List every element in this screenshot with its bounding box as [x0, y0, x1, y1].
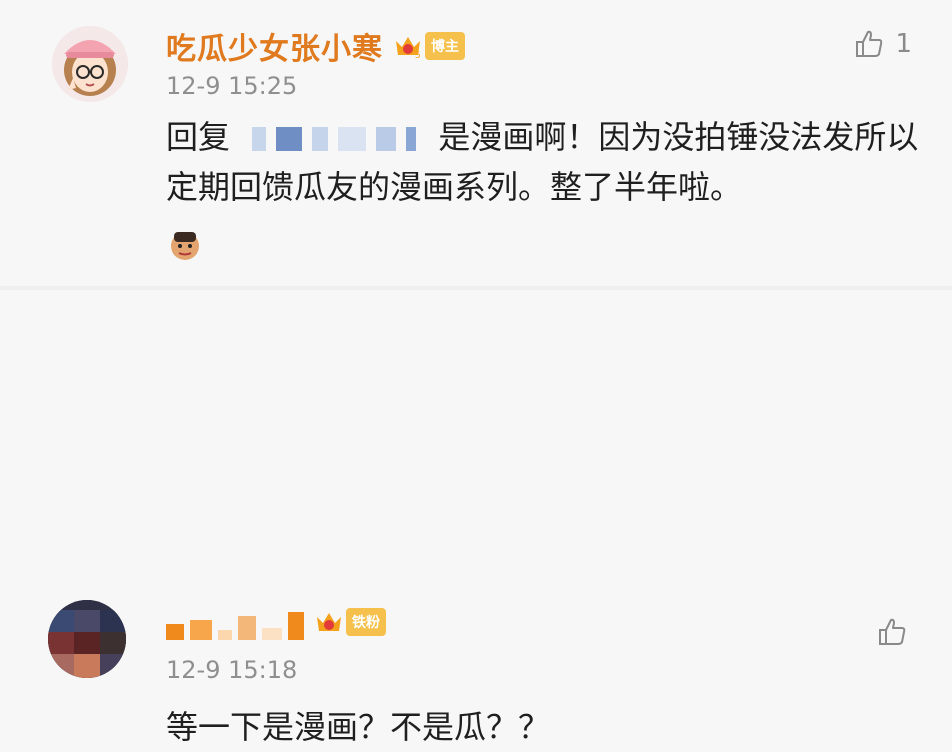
fan-badge: 铁粉 [314, 607, 386, 637]
timestamp: 12-9 15:25 [166, 72, 298, 100]
like-count: 1 [895, 29, 912, 59]
svg-text:5: 5 [415, 51, 421, 61]
pixelated-avatar [48, 600, 126, 678]
crown-icon [317, 613, 341, 631]
username-blurred[interactable] [166, 604, 304, 640]
comment-text: 等一下是漫画？不是瓜？？ [166, 708, 551, 746]
doge-emoji-icon [171, 232, 199, 260]
badge-label: 博主 [425, 32, 465, 60]
crown-icon: 5 [396, 37, 421, 61]
username-row: 铁粉 [166, 604, 386, 640]
timestamp: 12-9 15:18 [166, 656, 298, 684]
vip-badge: 5 博主 [393, 31, 465, 61]
comment-text: 回复 是漫画啊！因为没拍锤没法发所以定期回馈瓜友的漫画系列。整了半年啦。 [166, 112, 926, 212]
badge-label: 铁粉 [346, 608, 386, 636]
username[interactable]: 吃瓜少女张小寒 [166, 24, 383, 68]
avatar[interactable] [52, 26, 128, 102]
username-row: 吃瓜少女张小寒 5 博主 [166, 24, 465, 68]
comment-item: 吃瓜少女张小寒 5 博主 12-9 15:25 1 回复 是漫画啊！因为没拍锤没… [0, 0, 952, 286]
reply-prefix: 回复 [166, 118, 231, 156]
like-button[interactable] [876, 616, 908, 648]
thumbs-up-icon [879, 618, 906, 645]
comment-item: 铁粉 12-9 15:18 等一下是漫画？不是瓜？？ [0, 290, 952, 746]
like-button[interactable]: 1 [853, 28, 912, 60]
avatar[interactable] [48, 600, 126, 678]
blurred-mention[interactable] [252, 127, 417, 151]
emoji-sticker [166, 226, 204, 264]
avatar-illustration [52, 26, 128, 102]
thumbs-up-icon [856, 30, 883, 57]
